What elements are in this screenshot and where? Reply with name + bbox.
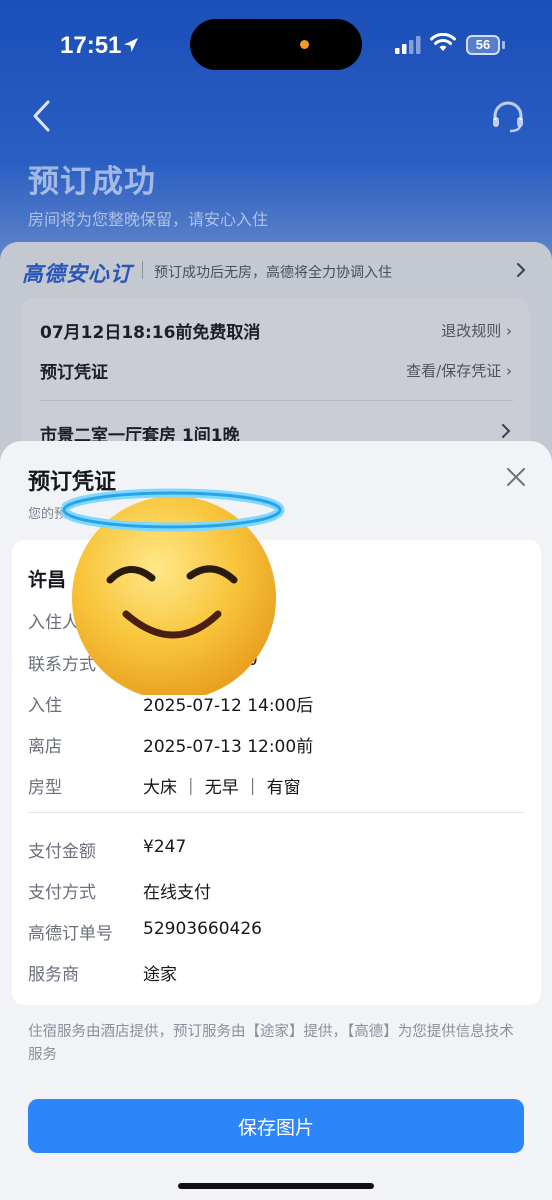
order-number-label: 高德订单号 [28,924,113,944]
chevron-right-icon[interactable] [500,423,512,439]
assurance-description[interactable]: 预订成功后无房，高德将全力协调入住 [154,262,392,282]
status-bar: 17:51 56 [0,0,552,90]
save-image-button[interactable]: 保存图片 [28,1099,524,1153]
service-footnote: 住宿服务由酒店提供，预订服务由【途家】提供，【高德】为您提供信息技术服务 [28,1024,514,1063]
battery-tip [502,41,505,49]
chevron-right-icon: › [506,362,512,380]
brand-divider [142,261,143,279]
checkin-label: 入住 [28,696,62,716]
close-icon[interactable] [505,466,527,488]
home-indicator [178,1183,374,1189]
battery-icon: 56 [466,35,500,55]
signal-icon [395,36,421,54]
back-chevron-icon[interactable] [28,98,58,134]
voucher-row-label: 预订凭证 [40,363,108,383]
free-cancel-deadline: 07月12日18:16前免费取消 [40,323,261,343]
recording-indicator-icon [300,40,309,49]
assurance-brand: 高德安心订 [22,262,132,286]
payment-amount-label: 支付金额 [28,842,96,862]
checkout-label: 离店 [28,737,62,757]
divider [28,812,524,813]
page-subtitle: 房间将为您整晚保留，请安心入住 [28,210,269,229]
order-number-value: 52903660426 [143,919,262,939]
status-time: 17:51 [60,32,122,59]
refund-rules-label: 退改规则 [441,322,502,340]
location-arrow-icon [124,38,138,52]
view-save-voucher-label: 查看/保存凭证 [406,362,502,380]
provider-value: 途家 [143,965,177,985]
dynamic-island [190,19,362,70]
checkout-value: 2025-07-13 12:00前 [143,737,314,757]
smiling-face-with-halo-icon [62,488,285,695]
headset-icon[interactable] [490,100,526,134]
hotel-name: 许昌 [28,569,67,591]
chevron-right-icon[interactable] [515,262,527,278]
wifi-icon [430,33,456,51]
page-title: 预订成功 [28,164,156,200]
divider [40,400,513,401]
payment-method-value: 在线支付 [143,883,211,903]
provider-label: 服务商 [28,965,79,985]
chevron-right-icon: › [506,322,512,340]
view-save-voucher-link[interactable]: 查看/保存凭证 › [406,360,512,381]
room-type-value: 大床 ｜ 无早 ｜ 有窗 [143,778,301,798]
refund-rules-link[interactable]: 退改规则 › [441,320,512,341]
payment-amount-value: ¥247 [143,837,187,857]
payment-method-label: 支付方式 [28,883,96,903]
room-type-label: 房型 [28,778,62,798]
